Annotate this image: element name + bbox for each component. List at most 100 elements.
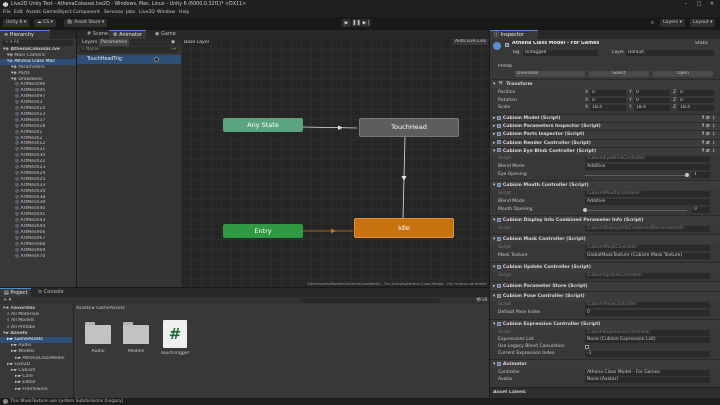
transform-z-field[interactable]: 0: [678, 90, 714, 96]
foldout-icon[interactable]: ▾: [493, 265, 495, 270]
expression-current-field[interactable]: -1: [585, 351, 710, 357]
animator-controller-field[interactable]: Athena Class Model - For Games: [585, 370, 710, 376]
project-tree-item[interactable]: ▸▰ Audio: [0, 343, 72, 349]
foldout-icon[interactable]: ▾: [493, 218, 495, 223]
transform-y-field[interactable]: 18.4: [634, 105, 670, 111]
status-message[interactable]: This MaskTexture use system Subdivisions…: [10, 398, 123, 405]
menu-component[interactable]: Component: [73, 9, 100, 17]
foldout-icon[interactable]: ▸: [493, 284, 495, 289]
enabled-checkbox[interactable]: [496, 217, 501, 222]
transform-y-field[interactable]: 0: [634, 97, 670, 103]
asset-folder-models[interactable]: Models: [121, 322, 151, 354]
enabled-checkbox[interactable]: [496, 148, 501, 153]
menu-live2d[interactable]: Live2D: [139, 9, 155, 17]
eye-icon[interactable]: ◉: [171, 39, 175, 46]
prefab-overrides-dropdown[interactable]: Overrides: [515, 71, 585, 77]
project-tree-item[interactable]: ▸▰ Core: [0, 374, 72, 380]
transform-z-field[interactable]: 18.4: [678, 105, 714, 111]
project-tree-item[interactable]: ▸▰ Live2D: [0, 362, 72, 368]
update-controller-header[interactable]: ▾ Cubism Update Controller (Script): [490, 262, 720, 272]
prefab-select-button[interactable]: Select: [589, 71, 649, 77]
tab-console[interactable]: ≡ Console: [34, 288, 68, 297]
menu-jobs[interactable]: Jobs: [126, 9, 135, 17]
project-tree-item[interactable]: ⌕ All Models: [0, 318, 72, 324]
project-tree-item[interactable]: ⌕ All Prefabs: [0, 325, 72, 331]
component-menu-icon[interactable]: ? ⇄ ⋮: [702, 123, 716, 130]
account-button[interactable]: Unity 6 ▾: [3, 19, 30, 27]
mask-texture-field[interactable]: GlobalMaskTexture (Cubism Mask Texture): [585, 253, 710, 259]
enabled-checkbox[interactable]: [496, 264, 501, 269]
close-window-button[interactable]: ✕: [706, 0, 718, 9]
maximize-button[interactable]: □: [693, 0, 705, 9]
static-toggle[interactable]: Static: [695, 41, 708, 46]
transform-x-field[interactable]: 0: [590, 97, 626, 103]
tag-dropdown[interactable]: Untagged: [523, 50, 598, 56]
tab-inspector[interactable]: ⓘ Inspector: [490, 30, 538, 39]
mouth-controller-header[interactable]: ▾ Cubism Mouth Controller (Script): [490, 180, 720, 190]
layers-dropdown[interactable]: Layers ▾: [660, 19, 685, 27]
hierarchy-search[interactable]: + ▾ All: [2, 40, 74, 46]
mask-controller-header[interactable]: ▾ Cubism Mask Controller (Script): [490, 234, 720, 244]
component-menu-icon[interactable]: ? ⇄ ⋮: [702, 115, 716, 122]
component-header[interactable]: ▸ Cubism Parts Inspector (Script)? ⇄ ⋮: [490, 130, 720, 139]
animator-graph[interactable]: Base Layer Auto Live Link Any State Touc…: [181, 39, 489, 287]
enabled-checkbox[interactable]: [496, 236, 501, 241]
foldout-icon[interactable]: ▾: [493, 183, 495, 188]
component-menu-icon[interactable]: ? ⇄ ⋮: [702, 148, 716, 155]
component-header[interactable]: ▸ Cubism Render Controller (Script)? ⇄ ⋮: [490, 138, 720, 147]
menu-help[interactable]: Help: [179, 9, 189, 17]
component-header[interactable]: ▸ Cubism Parameters Inspector (Script)? …: [490, 122, 720, 131]
mouth-opening-slider-track[interactable]: [585, 209, 687, 211]
enabled-checkbox[interactable]: [496, 182, 501, 187]
eye-opening-slider-track[interactable]: [585, 174, 687, 176]
project-tree-item[interactable]: ⌕ All Materials: [0, 312, 72, 318]
transform-header[interactable]: ▾ ⤧ Transform: [490, 79, 720, 89]
project-tree-item[interactable]: ▸▰ AthenaClassModel: [0, 356, 72, 362]
menu-edit[interactable]: Edit: [14, 9, 23, 17]
project-search[interactable]: [300, 298, 440, 303]
mouth-opening-value[interactable]: 0: [692, 207, 710, 213]
foldout-icon[interactable]: ▾: [493, 362, 495, 367]
menu-file[interactable]: File: [3, 9, 11, 17]
pose-controller-header[interactable]: ▾ Cubism Pose Controller (Script): [490, 291, 720, 301]
state-idle[interactable]: Idle: [354, 218, 454, 238]
breadcrumb-gameassets[interactable]: GameAssets: [96, 306, 125, 311]
state-touchhead[interactable]: TouchHead: [359, 118, 459, 137]
expression-controller-header[interactable]: ▾ Cubism Expression Controller (Script): [490, 319, 720, 329]
project-tree-item[interactable]: ▾▰ Assets: [0, 331, 72, 337]
pose-default-field[interactable]: 0: [585, 310, 710, 316]
transform-y-field[interactable]: 0: [634, 90, 670, 96]
project-divider[interactable]: [73, 304, 74, 398]
enabled-checkbox[interactable]: [496, 131, 501, 136]
project-tree-item[interactable]: ▸▰ Cubism: [0, 368, 72, 374]
foldout-icon[interactable]: ▾: [493, 82, 495, 87]
step-button[interactable]: ▶❘: [362, 19, 371, 27]
component-menu-icon[interactable]: ? ⇄ ⋮: [702, 140, 716, 147]
parameter-store-header[interactable]: ▸ Cubism Parameter Store (Script): [490, 281, 720, 291]
cloud-button[interactable]: ☁ CS ▾: [34, 19, 56, 27]
menu-gameobject[interactable]: GameObject: [43, 9, 72, 17]
tab-scene[interactable]: # Scene: [83, 30, 112, 39]
project-tree-item[interactable]: ▸▰ Framework: [0, 387, 72, 393]
state-any-state[interactable]: Any State: [223, 118, 303, 132]
minimize-button[interactable]: –: [680, 0, 692, 9]
prefab-open-button[interactable]: Open: [653, 71, 713, 77]
transform-z-field[interactable]: 0: [678, 97, 714, 103]
eye-opening-slider-knob[interactable]: [685, 172, 689, 177]
transform-x-field[interactable]: 0: [590, 90, 626, 96]
breadcrumb-assets[interactable]: Assets: [76, 306, 91, 311]
mouth-blend-dropdown[interactable]: Additive: [585, 199, 710, 205]
enabled-checkbox[interactable]: [496, 115, 501, 120]
foldout-icon[interactable]: ▾: [493, 322, 495, 327]
menu-assets[interactable]: Assets: [26, 9, 41, 17]
layout-dropdown[interactable]: Layout ▾: [690, 19, 716, 27]
foldout-icon[interactable]: ▾: [493, 294, 495, 299]
asset-script-touchtrigger[interactable]: # TouchTrigger: [160, 320, 190, 356]
enabled-checkbox[interactable]: [496, 140, 501, 145]
state-entry[interactable]: Entry: [223, 224, 303, 238]
layer-dropdown[interactable]: Default: [626, 50, 714, 56]
eye-opening-value[interactable]: 1: [692, 172, 710, 178]
search-icon[interactable]: ⌕: [648, 19, 657, 27]
project-tree-item[interactable]: ▸▰ Models: [0, 349, 72, 355]
trigger-radio-icon[interactable]: [154, 57, 159, 62]
